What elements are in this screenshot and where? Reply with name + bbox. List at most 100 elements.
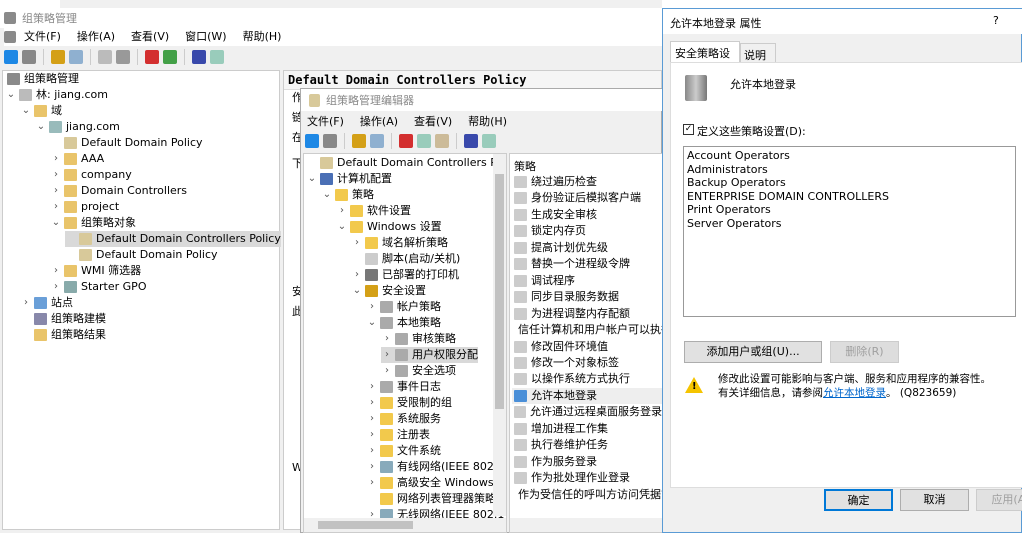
paste-icon[interactable] [116,50,130,64]
properties-icon[interactable] [417,134,431,148]
policy-list-item[interactable]: 增加进程工作集 [512,421,662,437]
list-horizontal-scrollbar[interactable] [510,518,662,532]
show-hide-tree-icon[interactable] [69,50,83,64]
chevron-right-icon[interactable]: › [366,475,378,491]
tab-security-policy-setting[interactable]: 安全策略设置 [670,41,740,76]
chevron-down-icon[interactable]: ⌄ [20,103,32,119]
tree-node[interactable]: 组策略建模 [20,311,106,327]
refresh-icon[interactable] [163,50,177,64]
tree-node[interactable]: 脚本(启动/关机) [351,251,460,267]
chevron-right-icon[interactable]: › [366,459,378,475]
policy-list-item[interactable]: 锁定内存页 [512,223,662,239]
chevron-right-icon[interactable]: › [381,347,393,363]
menu-item[interactable]: 帮助(H) [243,28,282,46]
tree-node[interactable]: › 域名解析策略 [351,235,448,251]
tab-explain[interactable]: 说明 [740,43,776,62]
tree-node[interactable]: 组策略结果 [20,327,106,343]
tree-node[interactable]: › 高级安全 Windows 防 [366,475,506,491]
chevron-down-icon[interactable]: ⌄ [351,283,363,299]
up-icon[interactable] [352,134,366,148]
tree-node[interactable]: › 站点 [20,295,73,311]
member-item[interactable]: Server Operators [687,217,1012,231]
chevron-down-icon[interactable]: ⌄ [35,119,47,135]
tree-node[interactable]: › AAA [50,151,104,167]
policy-list-item[interactable]: 以操作系统方式执行 [512,371,662,387]
policy-list-item[interactable]: 调试程序 [512,273,662,289]
menu-item[interactable]: 操作(A) [360,113,398,131]
forward-icon[interactable] [22,50,36,64]
menu-item[interactable]: 操作(A) [77,28,115,46]
tree-node[interactable]: ⌄ 安全设置 [351,283,426,299]
policy-help-link[interactable]: 允许本地登录 [823,387,886,399]
members-listbox[interactable]: Account Operators Administrators Backup Op… [683,146,1016,317]
chevron-right-icon[interactable]: › [50,263,62,279]
chevron-right-icon[interactable]: › [50,151,62,167]
menu-item[interactable]: 帮助(H) [468,113,507,131]
tree-vertical-scrollbar[interactable] [493,154,506,516]
tree-node[interactable]: › 帐户策略 [366,299,441,315]
tree-node[interactable]: Default Domain Policy [65,247,218,263]
chevron-down-icon[interactable]: ⌄ [50,215,62,231]
policy-list-item[interactable]: 作为批处理作业登录 [512,470,662,486]
tree-node[interactable]: › 事件日志 [366,379,441,395]
tree-node[interactable]: Default Domain Controllers Policy [65,231,281,247]
tree-node[interactable]: ⌄ Windows 设置 [336,219,442,235]
add-user-or-group-button[interactable]: 添加用户或组(U)... [684,341,822,363]
tree-node[interactable]: ⌄ 域 [20,103,62,119]
back-icon[interactable] [4,50,18,64]
policy-list-item[interactable]: 替换一个进程级令牌 [512,256,662,272]
policy-list-item[interactable]: 生成安全审核 [512,207,662,223]
tree-node[interactable]: 组策略管理 [5,71,79,87]
delete-icon[interactable] [145,50,159,64]
cancel-button[interactable]: 取消 [900,489,969,511]
chevron-right-icon[interactable]: › [336,203,348,219]
policy-list-item[interactable]: 修改一个对象标签 [512,355,662,371]
member-item[interactable]: Administrators [687,163,1012,177]
policy-list-item[interactable]: 作为服务登录 [512,454,662,470]
tree-node[interactable]: › Domain Controllers [50,183,187,199]
chevron-right-icon[interactable]: › [20,295,32,311]
tree-node[interactable]: ⌄ 林: jiang.com [5,87,108,103]
chevron-down-icon[interactable]: ⌄ [321,187,333,203]
tree-node[interactable]: › 注册表 [366,427,430,443]
tree-node[interactable]: ⌄ 组策略对象 [50,215,136,231]
tree-node[interactable]: › 受限制的组 [366,395,452,411]
menu-item[interactable]: 文件(F) [24,28,61,46]
help-button[interactable]: ? [993,14,999,27]
tree-node[interactable]: ⌄ 策略 [321,187,374,203]
chevron-down-icon[interactable]: ⌄ [336,219,348,235]
tree-node[interactable]: › 文件系统 [366,443,441,459]
menu-item[interactable]: 窗口(W) [185,28,226,46]
chevron-down-icon[interactable]: ⌄ [5,87,17,103]
policy-list-item[interactable]: 允许本地登录 [512,387,662,404]
apply-button[interactable]: 应用(A) [976,489,1022,511]
member-item[interactable]: Print Operators [687,203,1012,217]
tree-node[interactable]: › 已部署的打印机 [351,267,459,283]
tree-node[interactable]: › 软件设置 [336,203,411,219]
tree-node[interactable]: › 有线网络(IEEE 802.3) [366,459,506,475]
chevron-right-icon[interactable]: › [50,199,62,215]
policy-list-item[interactable]: 身份验证后模拟客户端 [512,190,662,206]
policy-list-item[interactable]: 同步目录服务数据 [512,289,662,305]
chevron-right-icon[interactable]: › [366,411,378,427]
menu-item[interactable]: 文件(F) [307,113,344,131]
tree-node[interactable]: › WMI 筛选器 [50,263,141,279]
chevron-right-icon[interactable]: › [351,267,363,283]
chevron-right-icon[interactable]: › [366,443,378,459]
member-item[interactable]: Account Operators [687,149,1012,163]
tree-node[interactable]: Default Domain Policy [50,135,203,151]
chevron-right-icon[interactable]: › [351,235,363,251]
policy-list-item[interactable]: 为进程调整内存配额 [512,306,662,322]
tree-node[interactable]: › project [50,199,119,215]
policy-list-item[interactable]: 提高计划优先级 [512,240,662,256]
taskbar-tab[interactable] [0,0,60,8]
tree-node[interactable]: › company [50,167,132,183]
menu-item[interactable]: 查看(V) [414,113,452,131]
tree-node[interactable]: Default Domain Controllers Policy [D [306,155,506,171]
chevron-right-icon[interactable]: › [381,331,393,347]
properties-icon[interactable] [210,50,224,64]
chevron-right-icon[interactable]: › [50,183,62,199]
ok-button[interactable]: 确定 [824,489,893,511]
policy-list-item[interactable]: 执行卷维护任务 [512,437,662,453]
policy-list-item[interactable]: 允许通过远程桌面服务登录 [512,404,662,420]
